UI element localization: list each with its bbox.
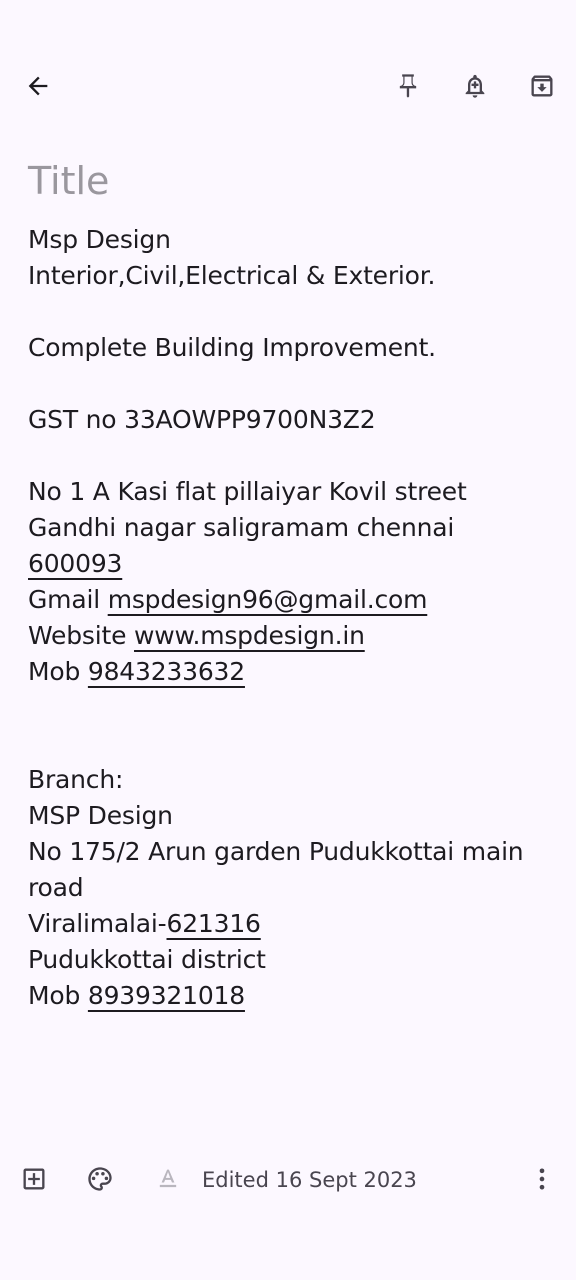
- more-vert-icon: [539, 1168, 545, 1190]
- note-line: [28, 438, 548, 474]
- archive-button[interactable]: [522, 66, 562, 106]
- branch-pincode-link[interactable]: 621316: [167, 909, 261, 938]
- note-line: [28, 294, 548, 330]
- archive-icon: [531, 75, 553, 97]
- note-title-field[interactable]: Title: [28, 155, 109, 207]
- add-box-icon: [23, 1168, 45, 1190]
- note-line: GST no 33AOWPP9700N3Z2: [28, 405, 376, 434]
- text-format-button[interactable]: [148, 1159, 188, 1199]
- website-link[interactable]: www.mspdesign.in: [134, 621, 365, 650]
- mob-label: Mob: [28, 981, 88, 1010]
- note-line: No 1 A Kasi flat pillaiyar Kovil street: [28, 477, 467, 506]
- note-line: Gandhi nagar saligramam chennai: [28, 513, 455, 542]
- edited-timestamp: Edited 16 Sept 2023: [202, 1168, 417, 1192]
- palette-button[interactable]: [80, 1159, 120, 1199]
- viralimalai-label: Viralimalai-: [28, 909, 167, 938]
- note-line: Branch:: [28, 765, 124, 794]
- palette-icon: [88, 1167, 112, 1191]
- note-line: [28, 690, 548, 726]
- text-format-icon: [159, 1169, 177, 1188]
- note-line: [28, 726, 548, 762]
- reminder-button[interactable]: [455, 66, 495, 106]
- add-content-button[interactable]: [14, 1159, 54, 1199]
- top-app-bar: [0, 0, 576, 175]
- bell-plus-icon: [465, 74, 485, 98]
- note-line: Complete Building Improvement.: [28, 333, 436, 362]
- pin-button[interactable]: [388, 66, 428, 106]
- email-link[interactable]: mspdesign96@gmail.com: [108, 585, 428, 614]
- bottom-app-bar: Edited 16 Sept 2023: [0, 1150, 576, 1210]
- back-button[interactable]: [18, 66, 58, 106]
- arrow-left-icon: [28, 76, 48, 96]
- more-options-button[interactable]: [522, 1159, 562, 1199]
- note-line: Interior,Civil,Electrical & Exterior.: [28, 261, 436, 290]
- note-line: MSP Design: [28, 801, 173, 830]
- pincode-link[interactable]: 600093: [28, 549, 122, 578]
- note-line: Pudukkottai district: [28, 945, 266, 974]
- pin-icon: [399, 74, 417, 98]
- note-line: No 175/2 Arun garden Pudukkottai main ro…: [28, 837, 524, 902]
- website-label: Website: [28, 621, 135, 650]
- note-body-field[interactable]: Msp Design Interior,Civil,Electrical & E…: [28, 222, 548, 1014]
- branch-phone-link[interactable]: 8939321018: [88, 981, 245, 1010]
- mob-label: Mob: [28, 657, 88, 686]
- phone-link[interactable]: 9843233632: [88, 657, 245, 686]
- gmail-label: Gmail: [28, 585, 108, 614]
- note-line: [28, 366, 548, 402]
- note-line: Msp Design: [28, 225, 171, 254]
